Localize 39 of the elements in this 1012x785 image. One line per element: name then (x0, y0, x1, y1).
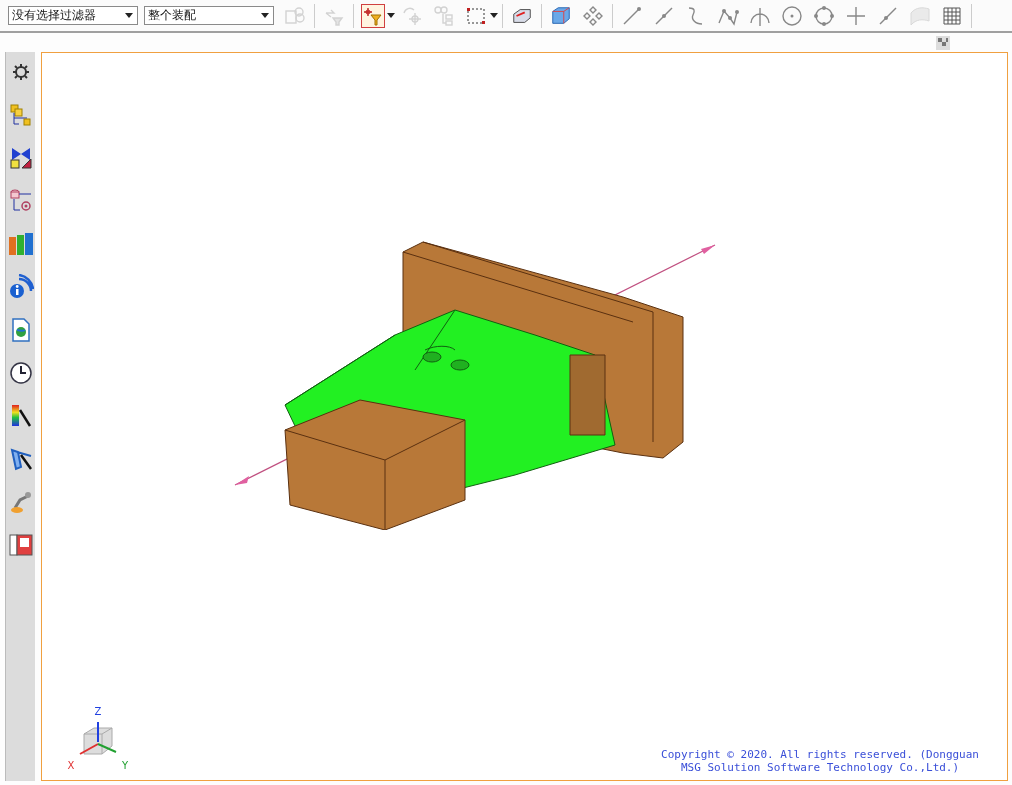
line-endpoint-icon (621, 4, 643, 27)
toolbar-button[interactable] (361, 3, 385, 28)
assembly-tree-icon (8, 103, 33, 127)
caret-icon (261, 13, 269, 18)
frame-icon (8, 534, 33, 556)
cube-icon (550, 4, 572, 27)
clock-icon (9, 362, 32, 384)
axis-label: Z (93, 706, 103, 719)
caret-icon[interactable] (490, 13, 498, 18)
robot-arm-icon (8, 490, 33, 514)
document-globe-icon (9, 318, 32, 342)
circle-quadrant-icon (813, 4, 835, 27)
axis-label: X (66, 760, 76, 773)
part-tree-icon (8, 189, 33, 213)
sidebar-tool-button[interactable] (7, 359, 34, 387)
wand-icon (8, 447, 33, 471)
checkered-flag-icon[interactable] (936, 35, 950, 50)
color-spectrum-icon (9, 404, 32, 428)
info-signal-icon (7, 274, 34, 300)
toolbar-button[interactable] (780, 3, 804, 28)
copyright-text: MSG Solution Software Technology Co.,Ltd.) (679, 761, 961, 774)
surface-icon (909, 4, 931, 27)
tree-icon (433, 4, 455, 27)
filter-dropdown[interactable]: 没有选择过滤器 (8, 6, 138, 25)
filter-dropdown[interactable]: 整个装配 (144, 6, 274, 25)
crosshair-icon (845, 4, 867, 27)
sidebar-tool-button[interactable] (7, 531, 34, 559)
toolbar-button[interactable] (812, 3, 836, 28)
assembly-icon (284, 4, 306, 27)
circle-center-icon (781, 4, 803, 27)
snap-points-icon (582, 4, 604, 27)
axis-label: Y (120, 760, 130, 773)
grid-icon (941, 4, 963, 27)
caret-icon[interactable] (387, 13, 395, 18)
caret-icon (125, 13, 133, 18)
copyright-text: Copyright © 2020. All rights reserved. (Dongguan (661, 748, 979, 761)
constraint-icon (8, 146, 33, 170)
settings-icon (11, 63, 30, 81)
filter-icon (363, 5, 383, 26)
